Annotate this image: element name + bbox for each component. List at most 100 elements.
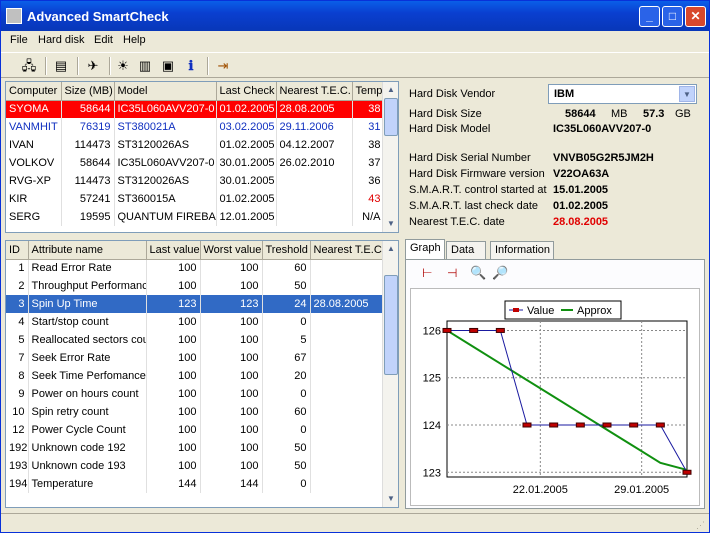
cell-temp: 38 bbox=[352, 136, 385, 154]
attributes-list[interactable]: ID Attribute name Last value Worst value… bbox=[5, 240, 399, 508]
computers-list[interactable]: Computer Size (MB) Model Last Check Near… bbox=[5, 81, 399, 233]
value-point bbox=[655, 422, 665, 428]
zoom-out-icon[interactable]: 🔍 bbox=[470, 265, 488, 283]
zoom-range-icon[interactable]: ⊢ bbox=[422, 266, 440, 284]
cell-tec bbox=[310, 331, 385, 349]
cell-last: 100 bbox=[146, 259, 201, 277]
copy-icon[interactable]: ▤ bbox=[51, 56, 71, 76]
cell-temp: 31 bbox=[352, 118, 385, 136]
col-worst-value[interactable]: Worst value bbox=[200, 241, 263, 260]
cell-last: 100 bbox=[146, 421, 201, 439]
cell-thr: 5 bbox=[262, 331, 311, 349]
menu-bar: File Hard disk Edit Help bbox=[1, 31, 709, 51]
value-point bbox=[442, 327, 452, 333]
col-treshold[interactable]: Treshold bbox=[262, 241, 311, 260]
computer-row[interactable]: SYOMA 58644 IC35L060AVV207-0 01.02.2005 28.0… bbox=[6, 100, 385, 118]
window-icon[interactable]: ▣ bbox=[158, 56, 178, 76]
zoom-range-alt-icon[interactable]: ⊣ bbox=[447, 266, 465, 284]
value-point bbox=[575, 422, 585, 428]
col-nearest-tec[interactable]: Nearest T.E.C. bbox=[276, 82, 353, 101]
col-temp[interactable]: Temp bbox=[352, 82, 385, 101]
cell-temp: 43 bbox=[352, 190, 385, 208]
menu-edit[interactable]: Edit bbox=[94, 34, 113, 46]
attribute-row[interactable]: 12 Power Cycle Count 100 100 0 bbox=[6, 421, 385, 439]
cell-worst: 100 bbox=[200, 277, 263, 295]
cell-size: 76319 bbox=[61, 118, 115, 136]
computer-row[interactable]: SERG19595QUANTUM FIREBALL12.01.2005 N/A bbox=[6, 208, 385, 226]
cell-worst: 100 bbox=[200, 439, 263, 457]
title-bar[interactable]: Advanced SmartCheck _ □ ✕ bbox=[1, 1, 709, 31]
chevron-down-icon[interactable]: ▼ bbox=[679, 86, 695, 102]
close-button[interactable]: ✕ bbox=[685, 6, 706, 27]
col-attribute-name[interactable]: Attribute name bbox=[28, 241, 147, 260]
col-attr-tec[interactable]: Nearest T.E.C. bbox=[310, 241, 385, 260]
tec-date-label: Nearest T.E.C. date bbox=[409, 216, 505, 228]
attributes-scrollbar[interactable]: ▲ ▼ bbox=[382, 241, 398, 507]
tab-graph[interactable]: Graph bbox=[405, 239, 445, 260]
cell-id: 1 bbox=[6, 259, 29, 277]
exit-icon[interactable]: ⇥ bbox=[213, 56, 233, 76]
cell-worst: 100 bbox=[200, 421, 263, 439]
cell-model: ST3120026AS bbox=[114, 172, 217, 190]
tools-icon[interactable]: ✈ bbox=[83, 56, 103, 76]
cell-model: ST360015A bbox=[114, 190, 217, 208]
cell-temp: 38 bbox=[352, 100, 385, 118]
menu-file[interactable]: File bbox=[10, 34, 28, 46]
computer-row[interactable]: VOLKOV 58644 IC35L060AVV207-0 30.01.2005 26.… bbox=[6, 154, 385, 172]
col-model[interactable]: Model bbox=[114, 82, 217, 101]
maximize-button[interactable]: □ bbox=[662, 6, 683, 27]
attribute-row[interactable]: 10 Spin retry count 100 100 60 bbox=[6, 403, 385, 421]
computer-row[interactable]: IVAN 114473 ST3120026AS 01.02.2005 04.12.200… bbox=[6, 136, 385, 154]
attribute-row[interactable]: 1 Read Error Rate 100 100 60 bbox=[6, 259, 385, 277]
attribute-row[interactable]: 5 Reallocated sectors count 100 100 5 bbox=[6, 331, 385, 349]
value-point bbox=[629, 422, 639, 428]
cell-computer: KIR bbox=[6, 190, 62, 208]
tab-data[interactable]: Data bbox=[446, 241, 486, 259]
cell-thr: 60 bbox=[262, 403, 311, 421]
cell-tec: 29.11.2006 bbox=[276, 118, 353, 136]
cell-tec bbox=[310, 439, 385, 457]
cell-last: 01.02.2005 bbox=[216, 100, 277, 118]
vendor-select[interactable]: IBM ▼ bbox=[548, 84, 697, 104]
attribute-row[interactable]: 2 Throughput Performance 100 100 50 bbox=[6, 277, 385, 295]
smart-started-value: 15.01.2005 bbox=[553, 184, 609, 196]
attribute-row[interactable]: 194 Temperature 144 144 0 bbox=[6, 475, 385, 493]
col-last-check[interactable]: Last Check bbox=[216, 82, 277, 101]
cell-thr: 50 bbox=[262, 457, 311, 475]
value-point bbox=[522, 422, 532, 428]
cell-computer: IVAN bbox=[6, 136, 62, 154]
attribute-row[interactable]: 9 Power on hours count 100 100 0 bbox=[6, 385, 385, 403]
computer-row[interactable]: VANMHIT 76319 ST380021A 03.02.2005 29.11.200… bbox=[6, 118, 385, 136]
cell-computer: SERG bbox=[6, 208, 62, 226]
tab-information[interactable]: Information bbox=[490, 241, 554, 259]
bulb-icon[interactable]: ☀ bbox=[113, 56, 133, 76]
menu-hard-disk[interactable]: Hard disk bbox=[38, 34, 84, 46]
book-icon[interactable]: ▥ bbox=[135, 56, 155, 76]
col-computer[interactable]: Computer bbox=[6, 82, 62, 101]
attribute-row[interactable]: 8 Seek Time Perfomance 100 100 20 bbox=[6, 367, 385, 385]
attribute-row[interactable]: 193 Unknown code 193 100 100 50 bbox=[6, 457, 385, 475]
computer-row[interactable]: KIR 57241 ST360015A 01.02.2005 43 bbox=[6, 190, 385, 208]
info-icon[interactable]: ℹ bbox=[181, 56, 201, 76]
minimize-button[interactable]: _ bbox=[639, 6, 660, 27]
col-id[interactable]: ID bbox=[6, 241, 29, 260]
cell-worst: 100 bbox=[200, 259, 263, 277]
attribute-row[interactable]: 192 Unknown code 192 100 100 50 bbox=[6, 439, 385, 457]
zoom-in-icon[interactable]: 🔎 bbox=[492, 265, 510, 283]
menu-help[interactable]: Help bbox=[123, 34, 146, 46]
cell-thr: 0 bbox=[262, 475, 311, 493]
attribute-row[interactable]: 4 Start/stop count 100 100 0 bbox=[6, 313, 385, 331]
tab-strip: Graph Data Information bbox=[405, 239, 705, 260]
attribute-row[interactable]: 7 Seek Error Rate 100 100 67 bbox=[6, 349, 385, 367]
computer-icon[interactable]: 🖧 bbox=[19, 56, 39, 76]
cell-name: Seek Error Rate bbox=[28, 349, 147, 367]
cell-model: QUANTUM FIREBALL bbox=[114, 208, 217, 226]
resize-grip-icon[interactable]: ⋰ bbox=[696, 520, 705, 531]
col-last-value[interactable]: Last value bbox=[146, 241, 201, 260]
computers-scrollbar[interactable]: ▲ ▼ bbox=[382, 82, 398, 232]
col-size[interactable]: Size (MB) bbox=[61, 82, 115, 101]
computer-row[interactable]: RVG-XP 114473 ST3120026AS 30.01.2005 36 bbox=[6, 172, 385, 190]
attribute-row[interactable]: 3 Spin Up Time 123 123 24 28.08.2005 bbox=[6, 295, 385, 313]
tec-date-value: 28.08.2005 bbox=[553, 216, 609, 228]
spin-up-time-chart: 123 124 125 126 22.01.2005 29.01.2005 Value App… bbox=[423, 300, 692, 496]
